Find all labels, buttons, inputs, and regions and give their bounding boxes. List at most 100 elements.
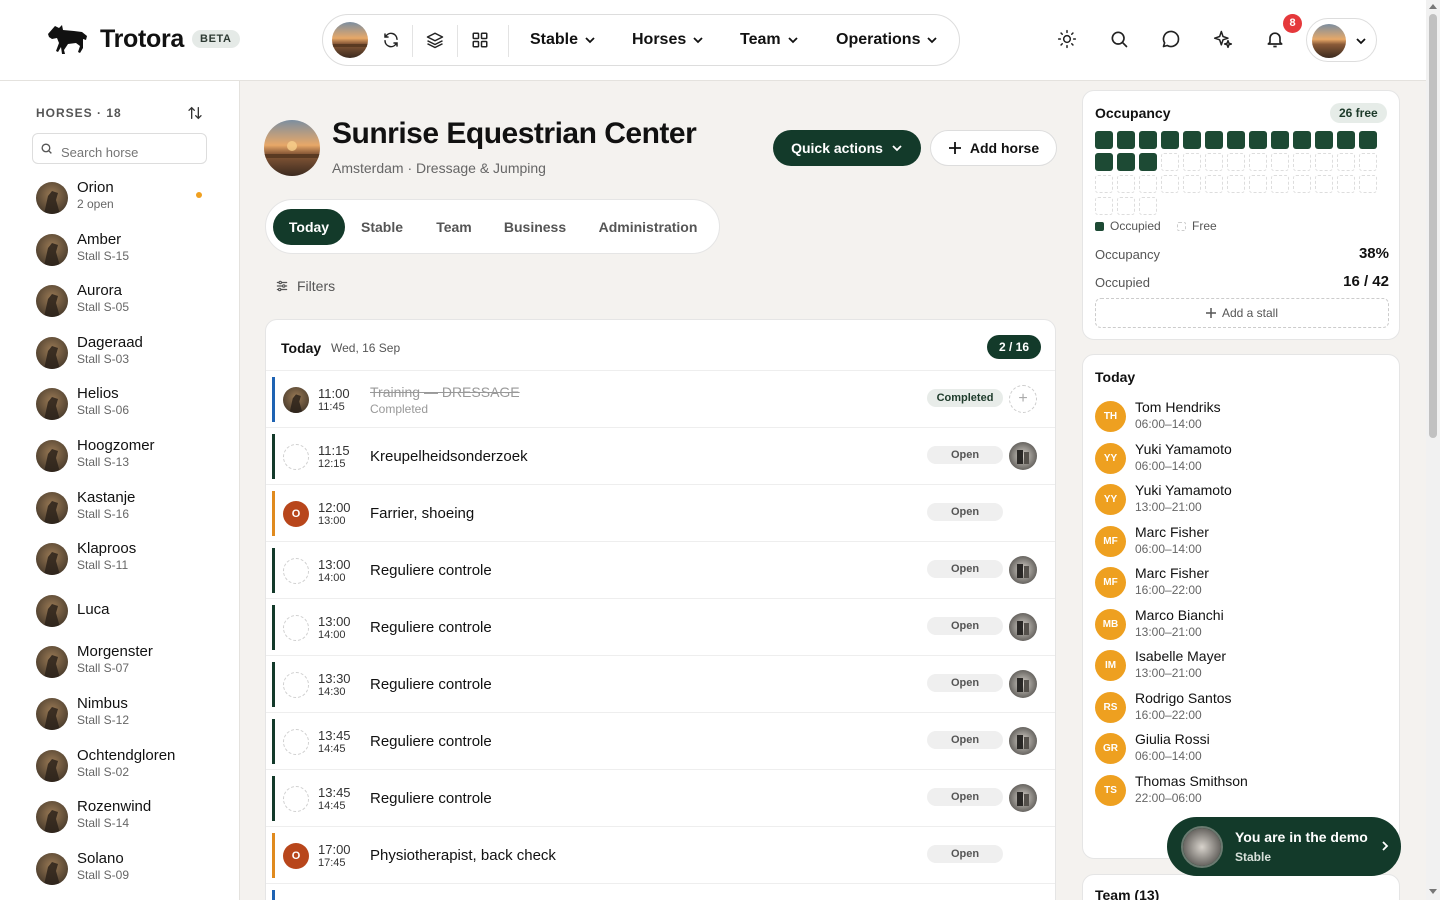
tab-stable[interactable]: Stable (350, 209, 414, 245)
add-horse-to-task-button[interactable]: + (1009, 385, 1037, 413)
add-horse-button[interactable]: Add horse (930, 130, 1057, 166)
stall-free[interactable] (1359, 153, 1377, 171)
stall-occupied[interactable] (1139, 153, 1157, 171)
stall-occupied[interactable] (1183, 131, 1201, 149)
staff-item[interactable]: YY Yuki Yamamoto 06:00–14:00 (1095, 441, 1385, 481)
task-row[interactable]: O 12:00 13:00 Farrier, shoeing Open (266, 484, 1055, 541)
staff-item[interactable]: TS Thomas Smithson 22:00–06:00 (1095, 773, 1385, 813)
horse-list-item[interactable]: Hoogzomer Stall S-13 (36, 437, 226, 477)
stall-occupied[interactable] (1227, 131, 1245, 149)
stall-free[interactable] (1271, 175, 1289, 193)
profile-menu[interactable] (1306, 18, 1377, 62)
tab-team[interactable]: Team (424, 209, 484, 245)
task-checkbox[interactable] (283, 615, 309, 641)
stall-free[interactable] (1227, 175, 1245, 193)
stall-free[interactable] (1205, 153, 1223, 171)
stall-free[interactable] (1139, 175, 1157, 193)
staff-item[interactable]: TH Tom Hendriks 06:00–14:00 (1095, 399, 1385, 439)
horse-list-item[interactable]: Klaproos Stall S-11 (36, 540, 226, 580)
add-stall-button[interactable]: Add a stall (1095, 298, 1389, 328)
stall-occupied[interactable] (1271, 131, 1289, 149)
center-switcher-avatar[interactable] (332, 22, 368, 58)
staff-item[interactable]: RS Rodrigo Santos 16:00–22:00 (1095, 690, 1385, 730)
nav-operations[interactable]: Operations (836, 31, 938, 49)
staff-item[interactable]: MF Marc Fisher 06:00–14:00 (1095, 524, 1385, 564)
tab-administration[interactable]: Administration (588, 209, 708, 245)
task-row[interactable]: O 17:00 17:45 Physiotherapist, back check Op… (266, 826, 1055, 883)
tab-today[interactable]: Today (273, 209, 345, 245)
stall-free[interactable] (1293, 175, 1311, 193)
sun-icon[interactable] (1057, 29, 1077, 49)
demo-banner[interactable]: You are in the demo Stable (1167, 817, 1401, 876)
stall-occupied[interactable] (1095, 153, 1113, 171)
task-row[interactable]: 11:00 11:45 Training — DRESSAGE Completed Co… (266, 370, 1055, 427)
task-row[interactable]: 13:00 14:00 Reguliere controle Open (266, 598, 1055, 655)
scroll-thumb[interactable] (1429, 14, 1437, 438)
horse-list-item[interactable]: Solano Stall S-09 (36, 850, 226, 890)
horse-list-item[interactable]: Amber Stall S-15 (36, 231, 226, 271)
stall-free[interactable] (1139, 197, 1157, 215)
grid-icon[interactable] (471, 31, 489, 49)
horse-list-item[interactable]: Aurora Stall S-05 (36, 282, 226, 322)
horse-list-item[interactable]: Ochtendgloren Stall S-02 (36, 747, 226, 787)
search-icon[interactable] (1109, 29, 1129, 49)
stall-free[interactable] (1183, 175, 1201, 193)
stall-occupied[interactable] (1139, 131, 1157, 149)
stall-free[interactable] (1161, 153, 1179, 171)
stall-occupied[interactable] (1359, 131, 1377, 149)
task-row[interactable]: 13:45 14:45 Reguliere controle Open (266, 712, 1055, 769)
layers-icon[interactable] (426, 31, 444, 49)
horse-list-item[interactable]: Helios Stall S-06 (36, 385, 226, 425)
nav-horses[interactable]: Horses (632, 31, 704, 49)
refresh-icon[interactable] (382, 31, 400, 49)
task-checkbox[interactable] (283, 786, 309, 812)
sparkles-icon[interactable] (1213, 29, 1233, 49)
horse-list-item[interactable]: Dageraad Stall S-03 (36, 334, 226, 374)
nav-stable[interactable]: Stable (530, 31, 596, 49)
stall-occupied[interactable] (1293, 131, 1311, 149)
task-row[interactable]: 13:00 14:00 Reguliere controle Open (266, 541, 1055, 598)
stall-free[interactable] (1337, 153, 1355, 171)
stall-occupied[interactable] (1117, 153, 1135, 171)
stall-free[interactable] (1183, 153, 1201, 171)
horse-list-item[interactable]: Morgenster Stall S-07 (36, 643, 226, 683)
nav-team[interactable]: Team (740, 31, 799, 49)
staff-item[interactable]: IM Isabelle Mayer 13:00–21:00 (1095, 648, 1385, 688)
task-row[interactable]: 17:00Training — DRESSAGE (266, 883, 1055, 900)
task-checkbox[interactable] (283, 729, 309, 755)
stall-free[interactable] (1095, 197, 1113, 215)
stall-free[interactable] (1249, 175, 1267, 193)
stall-free[interactable] (1117, 197, 1135, 215)
stall-free[interactable] (1359, 175, 1377, 193)
stall-occupied[interactable] (1095, 131, 1113, 149)
stall-free[interactable] (1315, 153, 1333, 171)
stall-free[interactable] (1227, 153, 1245, 171)
quick-actions-button[interactable]: Quick actions (773, 130, 921, 166)
stall-free[interactable] (1205, 175, 1223, 193)
task-row[interactable]: 13:45 14:45 Reguliere controle Open (266, 769, 1055, 826)
stall-occupied[interactable] (1161, 131, 1179, 149)
tab-business[interactable]: Business (494, 209, 576, 245)
horse-list-item[interactable]: Rozenwind Stall S-14 (36, 798, 226, 838)
stall-free[interactable] (1249, 153, 1267, 171)
bell-icon[interactable] (1265, 29, 1285, 49)
scroll-up-arrow[interactable] (1429, 4, 1437, 9)
staff-item[interactable]: MB Marco Bianchi 13:00–21:00 (1095, 607, 1385, 647)
stall-occupied[interactable] (1205, 131, 1223, 149)
filters-button[interactable]: Filters (275, 278, 335, 294)
stall-occupied[interactable] (1249, 131, 1267, 149)
brand-logo[interactable]: Trotora BETA (46, 22, 240, 56)
horse-search-input[interactable] (32, 133, 207, 164)
task-checkbox[interactable] (283, 558, 309, 584)
task-checkbox[interactable] (283, 672, 309, 698)
task-row[interactable]: 11:15 12:15 Kreupelheidsonderzoek Open (266, 427, 1055, 484)
staff-item[interactable]: YY Yuki Yamamoto 13:00–21:00 (1095, 482, 1385, 522)
horse-list-item[interactable]: Orion 2 open (36, 179, 226, 219)
horse-list-item[interactable]: Kastanje Stall S-16 (36, 489, 226, 529)
task-checkbox[interactable] (283, 444, 309, 470)
horse-list-item[interactable]: Nimbus Stall S-12 (36, 695, 226, 735)
stall-occupied[interactable] (1315, 131, 1333, 149)
stall-free[interactable] (1117, 175, 1135, 193)
page-scrollbar[interactable] (1426, 0, 1440, 900)
staff-item[interactable]: MF Marc Fisher 16:00–22:00 (1095, 565, 1385, 605)
